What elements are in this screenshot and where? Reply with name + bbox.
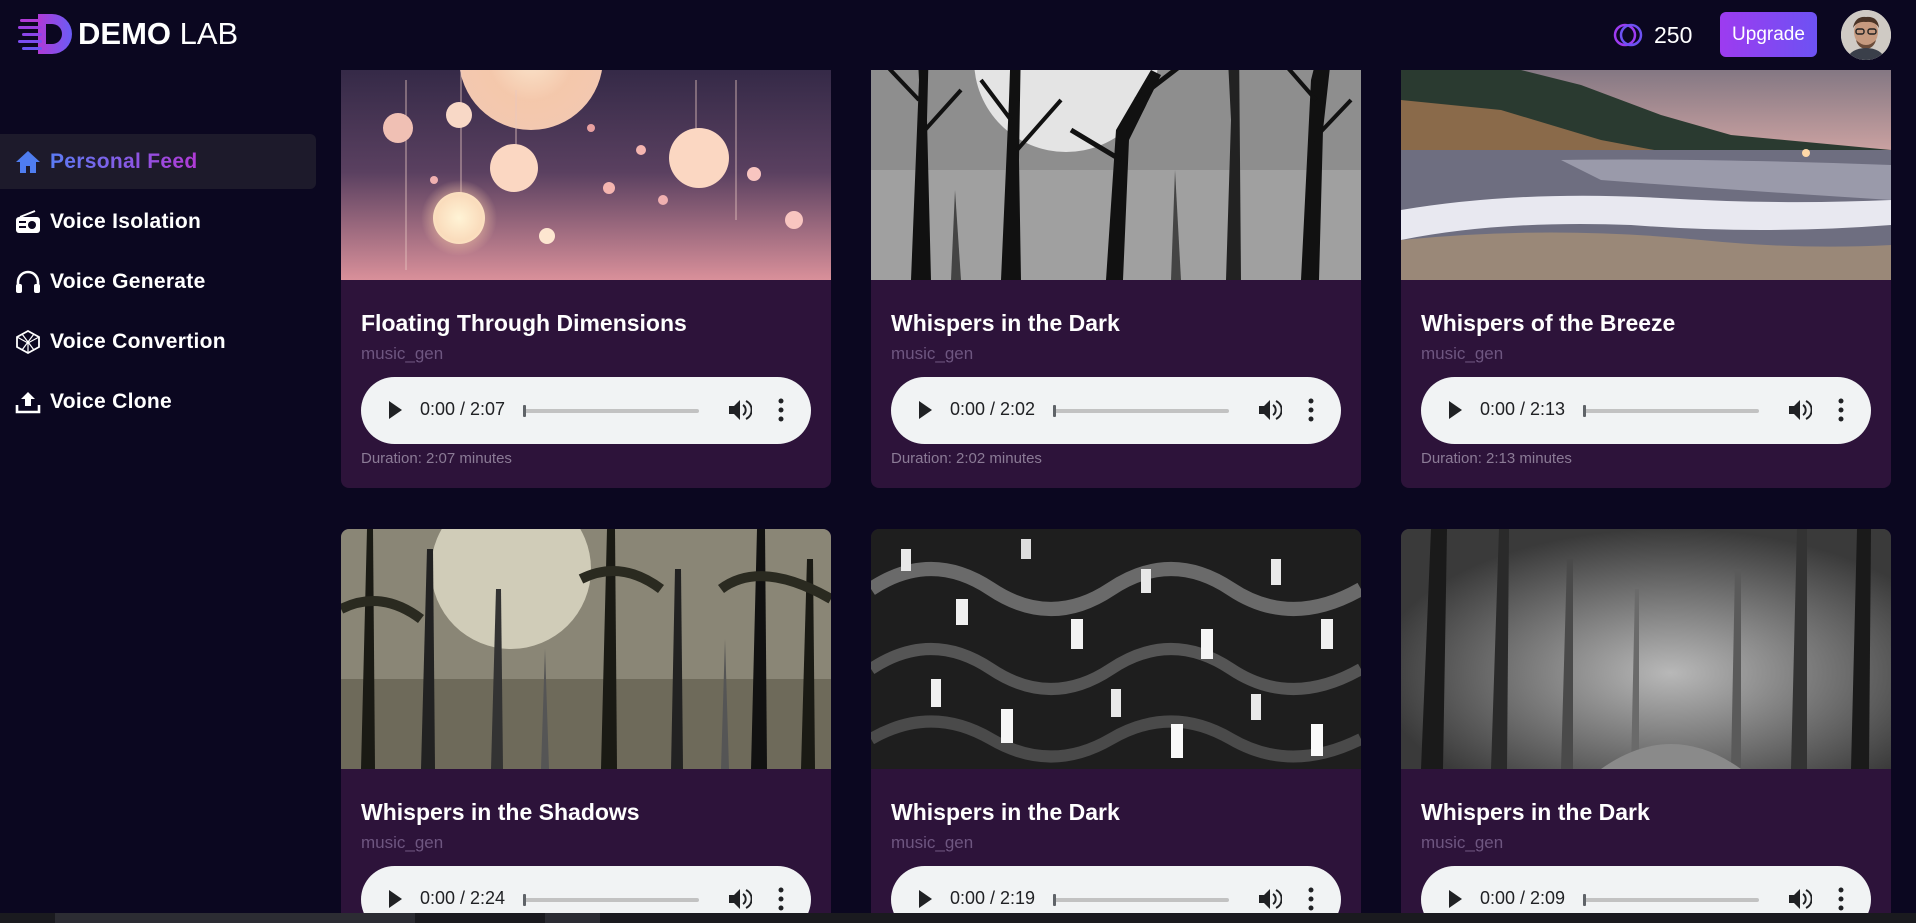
audio-progress-thumb[interactable] xyxy=(1053,894,1056,906)
feed-card: Whispers of the Breeze music_gen 0:00 / … xyxy=(1401,40,1891,488)
cube-icon xyxy=(15,329,41,355)
card-cover-image xyxy=(1401,40,1891,280)
audio-progress-thumb[interactable] xyxy=(1053,405,1056,417)
feed-card: Whispers in the Dark music_gen 0:00 / 2:… xyxy=(871,529,1361,923)
audio-progress-track[interactable] xyxy=(1053,898,1229,902)
feed-card: Whispers in the Dark music_gen 0:00 / 2:… xyxy=(871,40,1361,488)
more-options-icon[interactable] xyxy=(1838,887,1844,911)
credits-coin-icon xyxy=(1613,23,1643,47)
play-icon[interactable] xyxy=(917,889,933,909)
volume-icon[interactable] xyxy=(728,888,752,910)
audio-time: 0:00 / 2:07 xyxy=(420,399,506,419)
volume-icon[interactable] xyxy=(728,399,752,421)
audio-progress-track[interactable] xyxy=(523,898,699,902)
audio-time: 0:00 / 2:02 xyxy=(950,399,1036,419)
card-tag: music_gen xyxy=(361,344,444,363)
feed-card: Floating Through Dimensions music_gen 0:… xyxy=(341,40,831,488)
card-cover-image xyxy=(871,40,1361,280)
play-icon[interactable] xyxy=(1447,400,1463,420)
feed-card: Whispers in the Dark music_gen 0:00 / 2:… xyxy=(1401,529,1891,923)
play-icon[interactable] xyxy=(387,400,403,420)
sidebar-item-label: Personal Feed xyxy=(50,149,198,173)
sidebar-item-voice-clone[interactable]: Voice Clone xyxy=(0,374,316,429)
more-options-icon[interactable] xyxy=(1308,887,1314,911)
upgrade-button[interactable]: Upgrade xyxy=(1720,12,1817,57)
audio-time: 0:00 / 2:24 xyxy=(420,888,506,908)
card-title: Floating Through Dimensions xyxy=(361,310,687,336)
upload-icon xyxy=(15,389,41,415)
volume-icon[interactable] xyxy=(1788,399,1812,421)
audio-progress-track[interactable] xyxy=(523,409,699,413)
card-title: Whispers in the Shadows xyxy=(361,799,640,825)
more-options-icon[interactable] xyxy=(1308,398,1314,422)
card-title: Whispers in the Dark xyxy=(891,799,1120,825)
card-tag: music_gen xyxy=(891,833,974,852)
logo-mark-icon xyxy=(18,14,72,54)
sidebar-item-voice-convertion[interactable]: Voice Convertion xyxy=(0,314,316,369)
top-header: DEMO LAB 250 Upgrade xyxy=(0,0,1916,70)
taskbar-segment xyxy=(55,913,415,923)
play-icon[interactable] xyxy=(917,400,933,420)
sidebar-item-label: Voice Convertion xyxy=(50,329,226,353)
card-cover-image xyxy=(341,40,831,280)
user-avatar[interactable] xyxy=(1841,10,1891,60)
audio-progress-thumb[interactable] xyxy=(523,894,526,906)
sidebar-item-label: Voice Clone xyxy=(50,389,172,413)
headphones-icon xyxy=(15,269,41,295)
card-title: Whispers of the Breeze xyxy=(1421,310,1676,336)
audio-player: 0:00 / 2:13 xyxy=(1421,377,1871,444)
volume-icon[interactable] xyxy=(1788,888,1812,910)
card-cover-image xyxy=(341,529,831,769)
radio-icon xyxy=(15,209,41,235)
volume-icon[interactable] xyxy=(1258,888,1282,910)
card-cover-image xyxy=(1401,529,1891,769)
credits-value: 250 xyxy=(1654,21,1693,48)
audio-progress-track[interactable] xyxy=(1053,409,1229,413)
audio-progress-thumb[interactable] xyxy=(523,405,526,417)
play-icon[interactable] xyxy=(387,889,403,909)
sidebar-item-label: Voice Generate xyxy=(50,269,206,293)
audio-time: 0:00 / 2:19 xyxy=(950,888,1036,908)
logo-text: DEMO LAB xyxy=(78,16,238,52)
sidebar-item-personal-feed[interactable]: Personal Feed xyxy=(0,134,316,189)
card-duration: Duration: 2:13 minutes xyxy=(1421,450,1572,467)
card-tag: music_gen xyxy=(1421,344,1504,363)
card-tag: music_gen xyxy=(891,344,974,363)
card-title: Whispers in the Dark xyxy=(1421,799,1650,825)
play-icon[interactable] xyxy=(1447,889,1463,909)
audio-progress-track[interactable] xyxy=(1583,898,1759,902)
more-options-icon[interactable] xyxy=(778,887,784,911)
card-cover-image xyxy=(871,529,1361,769)
audio-player: 0:00 / 2:07 xyxy=(361,377,811,444)
audio-time: 0:00 / 2:09 xyxy=(1480,888,1566,908)
card-duration: Duration: 2:02 minutes xyxy=(891,450,1042,467)
audio-time: 0:00 / 2:13 xyxy=(1480,399,1566,419)
more-options-icon[interactable] xyxy=(778,398,784,422)
logo-word-lab: LAB xyxy=(179,16,239,51)
sidebar-item-voice-generate[interactable]: Voice Generate xyxy=(0,254,316,309)
audio-player: 0:00 / 2:02 xyxy=(891,377,1341,444)
card-duration: Duration: 2:07 minutes xyxy=(361,450,512,467)
sidebar-nav: Personal Feed Voice Isolation Voice Gene… xyxy=(0,70,330,923)
app-logo[interactable]: DEMO LAB xyxy=(18,12,238,56)
feed-card: Whispers in the Shadows music_gen 0:00 /… xyxy=(341,529,831,923)
audio-progress-track[interactable] xyxy=(1583,409,1759,413)
sidebar-item-label: Voice Isolation xyxy=(50,209,202,233)
taskbar-segment xyxy=(545,913,600,923)
sidebar-item-voice-isolation[interactable]: Voice Isolation xyxy=(0,194,316,249)
audio-progress-thumb[interactable] xyxy=(1583,894,1586,906)
volume-icon[interactable] xyxy=(1258,399,1282,421)
card-tag: music_gen xyxy=(361,833,444,852)
bottom-taskbar xyxy=(0,913,1916,923)
avatar-image xyxy=(1841,10,1891,60)
more-options-icon[interactable] xyxy=(1838,398,1844,422)
logo-word-demo: DEMO xyxy=(78,16,171,51)
home-icon xyxy=(15,149,41,175)
card-tag: music_gen xyxy=(1421,833,1504,852)
card-title: Whispers in the Dark xyxy=(891,310,1120,336)
audio-progress-thumb[interactable] xyxy=(1583,405,1586,417)
credits-counter: 250 xyxy=(1612,18,1692,52)
